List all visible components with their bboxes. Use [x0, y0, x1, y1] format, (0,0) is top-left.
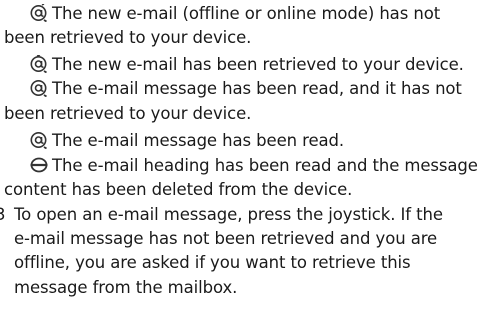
step-text-line: message from the mailbox.: [14, 278, 238, 297]
status-item-text: The e-mail message has been read.: [52, 131, 345, 150]
step-text-line: offline, you are asked if you want to re…: [14, 253, 411, 272]
status-item-text: The new e-mail (offline or online mode) …: [52, 4, 441, 23]
status-item-text-continued: been retrieved to your device.: [4, 28, 252, 47]
status-item-text: The new e-mail has been retrieved to you…: [52, 55, 464, 74]
email-read-icon: [30, 131, 48, 154]
status-item-text: The e-mail message has been read, and it…: [52, 79, 462, 98]
status-item-text: The e-mail heading has been read and the…: [52, 156, 478, 175]
manual-page: The new e-mail (offline or online mode) …: [0, 0, 502, 323]
status-item-content-deleted: The e-mail heading has been read and the…: [30, 156, 478, 179]
status-item-text-continued: content has been deleted from the device…: [4, 180, 353, 199]
email-not-retrieved-icon: [30, 3, 48, 27]
status-item-not-retrieved: The new e-mail (offline or online mode) …: [30, 3, 441, 27]
email-read-not-retrieved-icon: [30, 79, 48, 102]
step-number: 3: [0, 205, 6, 224]
status-item-text-continued: been retrieved to your device.: [4, 104, 252, 123]
status-item-read-not-retrieved: The e-mail message has been read, and it…: [30, 79, 462, 102]
step-text-line: To open an e-mail message, press the joy…: [14, 205, 443, 224]
status-item-retrieved: The new e-mail has been retrieved to you…: [30, 54, 464, 78]
email-content-deleted-icon: [30, 156, 48, 179]
step-text-line: e-mail message has not been retrieved an…: [14, 229, 438, 248]
status-item-read: The e-mail message has been read.: [30, 131, 344, 154]
email-retrieved-icon: [30, 54, 48, 78]
